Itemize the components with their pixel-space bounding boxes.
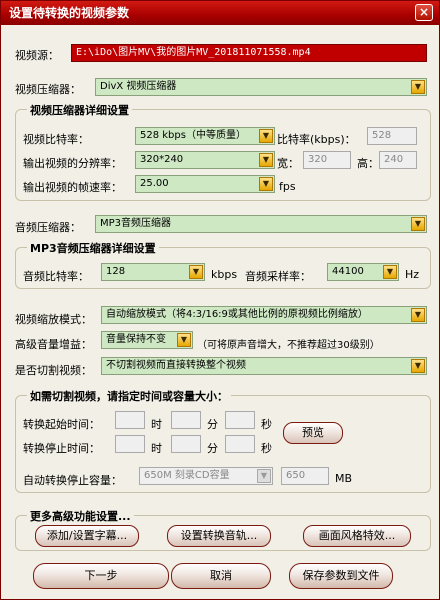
- effects-button[interactable]: 画面风格特效...: [303, 525, 411, 547]
- save-params-button[interactable]: 保存参数到文件: [289, 563, 393, 589]
- chevron-down-icon[interactable]: ▼: [259, 177, 273, 191]
- cut-video-value: 不切割视频而直接转换整个视频: [106, 360, 246, 371]
- audio-bitrate-value: 128: [106, 266, 126, 277]
- start-minute-input[interactable]: [171, 411, 201, 429]
- stop-minute-label: 分: [207, 442, 218, 455]
- cut-video-select[interactable]: 不切割视频而直接转换整个视频 ▼: [101, 357, 427, 375]
- stop-second-input[interactable]: [225, 435, 255, 453]
- chevron-down-icon[interactable]: ▼: [259, 129, 273, 143]
- video-bitrate-select[interactable]: 528 kbps（中等质量） ▼: [135, 127, 275, 145]
- width-label: 宽：: [277, 157, 299, 170]
- video-source-field[interactable]: E:\iDo\图片MV\我的图片MV_201811071558.mp4: [71, 44, 427, 62]
- chevron-down-icon[interactable]: ▼: [177, 333, 191, 347]
- chevron-down-icon[interactable]: ▼: [383, 265, 397, 279]
- auto-stop-label: 自动转换停止容量：: [23, 474, 122, 487]
- volume-gain-value: 音量保持不变: [106, 334, 166, 345]
- audio-codec-select[interactable]: MP3音频压缩器 ▼: [95, 215, 427, 233]
- samplerate-value: 44100: [332, 266, 364, 277]
- framerate-value: 25.00: [140, 178, 169, 189]
- stop-time-label: 转换停止时间：: [23, 442, 100, 455]
- kbps-label: kbps: [211, 268, 238, 281]
- scale-mode-label: 视频缩放模式：: [15, 313, 92, 326]
- video-source-label: 视频源：: [15, 49, 59, 62]
- resolution-label: 输出视频的分辨率：: [23, 157, 122, 170]
- preview-button[interactable]: 预览: [283, 422, 343, 444]
- fps-label: fps: [279, 180, 296, 193]
- resolution-value: 320*240: [140, 154, 184, 165]
- capacity-select[interactable]: 650M 刻录CD容量 ▼: [139, 467, 273, 485]
- samplerate-label: 音频采样率：: [245, 270, 311, 283]
- next-button[interactable]: 下一步: [33, 563, 169, 589]
- scale-mode-value: 自动缩放模式（将4:3/16:9或其他比例的原视频比例缩放）: [106, 309, 368, 320]
- capacity-mb-input[interactable]: 650: [281, 467, 329, 485]
- video-bitrate-label: 视频比特率：: [23, 133, 89, 146]
- add-subtitle-button[interactable]: 添加/设置字幕...: [35, 525, 139, 547]
- video-bitrate-value: 528 kbps（中等质量）: [140, 130, 246, 141]
- settings-dialog: 设置待转换的视频参数 × 视频源： E:\iDo\图片MV\我的图片MV_201…: [0, 0, 440, 600]
- video-detail-title: 视频压缩器详细设置: [27, 102, 132, 118]
- title-bar: 设置待转换的视频参数 ×: [1, 1, 439, 25]
- bitrate-kbps-label: 比特率(kbps)：: [277, 133, 356, 146]
- chevron-down-icon[interactable]: ▼: [257, 469, 271, 483]
- chevron-down-icon[interactable]: ▼: [259, 153, 273, 167]
- capacity-value: 650M 刻录CD容量: [144, 470, 230, 481]
- audio-track-button[interactable]: 设置转换音轨...: [167, 525, 271, 547]
- height-input[interactable]: 240: [379, 151, 417, 169]
- chevron-down-icon[interactable]: ▼: [411, 80, 425, 94]
- cut-video-label: 是否切割视频：: [15, 364, 92, 377]
- window-title: 设置待转换的视频参数: [9, 6, 130, 20]
- hz-label: Hz: [405, 268, 420, 281]
- chevron-down-icon[interactable]: ▼: [411, 359, 425, 373]
- start-time-label: 转换起始时间：: [23, 418, 100, 431]
- bitrate-kbps-input[interactable]: 528: [367, 127, 417, 145]
- start-second-label: 秒: [261, 418, 272, 431]
- framerate-label: 输出视频的帧速率：: [23, 181, 122, 194]
- audio-bitrate-label: 音频比特率：: [23, 270, 89, 283]
- width-input[interactable]: 320: [303, 151, 351, 169]
- audio-detail-title: MP3音频压缩器详细设置: [27, 240, 159, 256]
- advanced-title: 更多高级功能设置...: [27, 508, 134, 524]
- video-codec-select[interactable]: DivX 视频压缩器 ▼: [95, 78, 427, 96]
- samplerate-select[interactable]: 44100 ▼: [327, 263, 399, 281]
- video-codec-value: DivX 视频压缩器: [100, 81, 177, 92]
- chevron-down-icon[interactable]: ▼: [411, 217, 425, 231]
- framerate-select[interactable]: 25.00 ▼: [135, 175, 275, 193]
- volume-gain-label: 高级音量增益：: [15, 338, 92, 351]
- height-label: 高：: [357, 157, 379, 170]
- start-minute-label: 分: [207, 418, 218, 431]
- start-second-input[interactable]: [225, 411, 255, 429]
- chevron-down-icon[interactable]: ▼: [411, 308, 425, 322]
- volume-gain-note: （可将原声音增大，不推荐超过30级别）: [197, 340, 380, 351]
- video-codec-label: 视频压缩器：: [15, 83, 81, 96]
- resolution-select[interactable]: 320*240 ▼: [135, 151, 275, 169]
- scale-mode-select[interactable]: 自动缩放模式（将4:3/16:9或其他比例的原视频比例缩放） ▼: [101, 306, 427, 324]
- stop-second-label: 秒: [261, 442, 272, 455]
- audio-bitrate-select[interactable]: 128 ▼: [101, 263, 205, 281]
- start-hour-input[interactable]: [115, 411, 145, 429]
- stop-hour-input[interactable]: [115, 435, 145, 453]
- cancel-button[interactable]: 取消: [171, 563, 271, 589]
- cut-group-title: 如需切割视频，请指定时间或容量大小：: [27, 388, 231, 404]
- close-button[interactable]: ×: [415, 4, 433, 21]
- stop-hour-label: 时: [151, 442, 162, 455]
- start-hour-label: 时: [151, 418, 162, 431]
- stop-minute-input[interactable]: [171, 435, 201, 453]
- mb-label: MB: [335, 472, 353, 485]
- audio-codec-label: 音频压缩器：: [15, 221, 81, 234]
- chevron-down-icon[interactable]: ▼: [189, 265, 203, 279]
- volume-gain-select[interactable]: 音量保持不变 ▼: [101, 331, 193, 349]
- audio-codec-value: MP3音频压缩器: [100, 218, 172, 229]
